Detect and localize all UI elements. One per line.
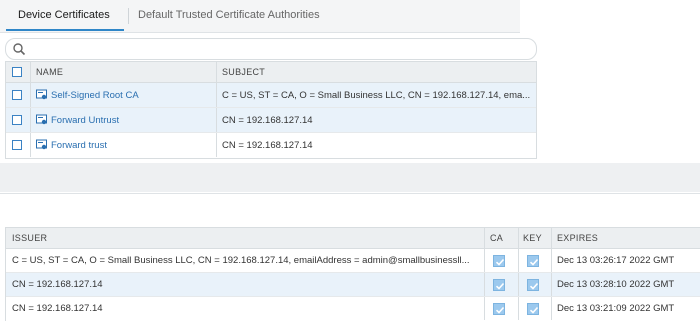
table-header: ISSUER CA KEY EXPIRES <box>6 228 700 249</box>
checkmark-icon <box>495 258 505 266</box>
checkmark-icon <box>495 306 505 314</box>
key-checkbox <box>527 302 539 315</box>
row-checkbox[interactable] <box>12 140 22 150</box>
table-row[interactable]: CN = 192.168.127.14 Dec 13 03:21:09 2022… <box>6 297 700 320</box>
tab-divider <box>128 8 129 24</box>
key-checkbox <box>527 278 539 291</box>
subject-cell: CN = 192.168.127.14 <box>222 114 313 126</box>
column-header-ca[interactable]: CA <box>490 228 516 248</box>
tab-default-trusted-ca[interactable]: Default Trusted Certificate Authorities <box>138 9 320 21</box>
column-header-key[interactable]: KEY <box>523 228 551 248</box>
ca-checkbox <box>493 302 505 315</box>
issuer-cell: CN = 192.168.127.14 <box>12 279 103 290</box>
tab-device-certificates[interactable]: Device Certificates <box>18 9 110 21</box>
column-header-issuer[interactable]: ISSUER <box>12 228 482 248</box>
ca-checkbox <box>493 278 505 291</box>
certificate-icon <box>36 89 47 100</box>
table-row[interactable]: Self-Signed Root CA C = US, ST = CA, O =… <box>6 83 536 108</box>
expires-cell: Dec 13 03:26:17 2022 GMT <box>557 255 675 266</box>
divider-line <box>0 193 700 194</box>
column-header-subject[interactable]: SUBJECT <box>222 62 522 82</box>
checkmark-icon <box>529 282 539 290</box>
certificate-details-table: ISSUER CA KEY EXPIRES C = US, ST = CA, O… <box>5 227 700 321</box>
checkmark-icon <box>529 306 539 314</box>
row-checkbox[interactable] <box>12 115 22 125</box>
tab-bar: Device Certificates Default Trusted Cert… <box>0 0 520 33</box>
checkmark-icon <box>495 282 505 290</box>
column-header-name[interactable]: NAME <box>36 62 216 82</box>
row-checkbox[interactable] <box>12 90 22 100</box>
table-row[interactable]: Forward Untrust CN = 192.168.127.14 <box>6 108 536 133</box>
section-divider <box>0 163 700 192</box>
table-row[interactable]: Forward trust CN = 192.168.127.14 <box>6 133 536 157</box>
active-tab-indicator <box>6 29 124 31</box>
certificate-icon <box>36 114 47 125</box>
certificate-name-link[interactable]: Self-Signed Root CA <box>51 90 139 101</box>
issuer-cell: CN = 192.168.127.14 <box>12 303 103 314</box>
certificates-table: NAME SUBJECT Self-Signed Root CA C = US,… <box>5 61 537 159</box>
expires-cell: Dec 13 03:28:10 2022 GMT <box>557 279 675 290</box>
certificate-name-link[interactable]: Forward trust <box>51 140 107 151</box>
search-input[interactable] <box>5 38 537 60</box>
certificate-icon <box>36 139 47 150</box>
select-all-checkbox[interactable] <box>12 67 22 77</box>
subject-cell: C = US, ST = CA, O = Small Business LLC,… <box>222 89 531 101</box>
checkmark-icon <box>529 258 539 266</box>
table-row[interactable]: CN = 192.168.127.14 Dec 13 03:28:10 2022… <box>6 273 700 297</box>
search-icon <box>13 43 26 56</box>
issuer-cell: C = US, ST = CA, O = Small Business LLC,… <box>12 255 470 266</box>
certificate-name-link[interactable]: Forward Untrust <box>51 115 119 126</box>
ca-checkbox <box>493 254 505 267</box>
subject-cell: CN = 192.168.127.14 <box>222 139 313 151</box>
key-checkbox <box>527 254 539 267</box>
table-header: NAME SUBJECT <box>6 62 536 83</box>
table-row[interactable]: C = US, ST = CA, O = Small Business LLC,… <box>6 249 700 273</box>
expires-cell: Dec 13 03:21:09 2022 GMT <box>557 303 675 314</box>
column-header-expires[interactable]: EXPIRES <box>557 228 697 248</box>
